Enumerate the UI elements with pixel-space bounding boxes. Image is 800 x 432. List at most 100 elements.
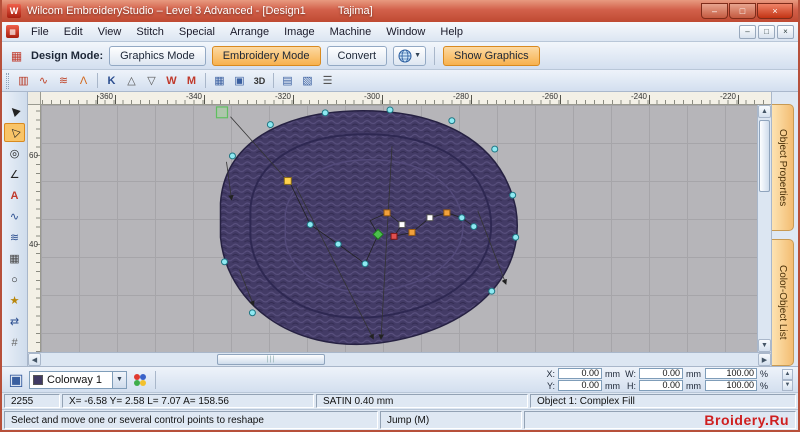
- motif-up-icon[interactable]: △: [122, 72, 141, 89]
- run-tool[interactable]: ∿: [4, 207, 25, 226]
- scale-y-input[interactable]: 100.00: [705, 380, 757, 391]
- select-tool[interactable]: ▶: [4, 102, 25, 121]
- vertical-scroll-thumb[interactable]: [759, 120, 770, 192]
- restore-button[interactable]: □: [729, 3, 756, 19]
- separator: [205, 73, 206, 88]
- mdi-minimize-button[interactable]: –: [739, 24, 756, 39]
- y-label: Y:: [546, 380, 555, 391]
- fill-icon: ▦: [9, 253, 20, 265]
- reshape-tool[interactable]: ▷: [4, 123, 25, 142]
- y-input[interactable]: 0.00: [558, 380, 602, 391]
- stitch-list-icon[interactable]: ☰: [318, 72, 337, 89]
- edit-colorway-icon[interactable]: [131, 371, 149, 389]
- menu-special[interactable]: Special: [172, 24, 222, 40]
- tatami-fill-icon[interactable]: K: [102, 72, 121, 89]
- hint-bar: Select and move one or several control p…: [2, 409, 798, 430]
- meander-fill-icon[interactable]: M: [182, 72, 201, 89]
- app-window: W Wilcom EmbroideryStudio – Level 3 Adva…: [0, 0, 800, 432]
- menu-view[interactable]: View: [91, 24, 129, 40]
- menu-arrange[interactable]: Arrange: [223, 24, 276, 40]
- toolbar-grip[interactable]: [6, 72, 9, 89]
- menu-edit[interactable]: Edit: [57, 24, 90, 40]
- star-tool[interactable]: ★: [4, 291, 25, 310]
- zoom-tool[interactable]: ◎: [4, 144, 25, 163]
- display-colorways-icon[interactable]: ▣: [7, 371, 25, 389]
- wave-fill-icon[interactable]: W: [162, 72, 181, 89]
- satin-stitch-icon[interactable]: Λ: [74, 72, 93, 89]
- run-stitch-icon[interactable]: ∿: [34, 72, 53, 89]
- design-canvas[interactable]: [41, 105, 757, 352]
- vertical-scrollbar[interactable]: ▲ ▼: [757, 105, 771, 352]
- mirror-tool[interactable]: ⇄: [4, 312, 25, 331]
- ellipse-icon: ○: [11, 273, 18, 286]
- horizontal-scroll-track[interactable]: |||: [41, 353, 758, 366]
- scroll-left-icon[interactable]: ◀: [28, 353, 41, 366]
- ruler-tick: -340: [185, 92, 202, 101]
- menu-window[interactable]: Window: [379, 24, 432, 40]
- horizontal-scroll-thumb[interactable]: |||: [217, 354, 325, 365]
- run-icon: ∿: [9, 211, 20, 223]
- grid-fill-icon[interactable]: ▦: [210, 72, 229, 89]
- spinner-up-icon[interactable]: ▲: [782, 368, 793, 380]
- chevron-down-icon[interactable]: ▼: [112, 371, 126, 388]
- 3d-effect-icon[interactable]: 3D: [250, 72, 269, 89]
- colorway-select[interactable]: Colorway 1 ▼: [29, 370, 127, 389]
- docked-panel-tabs: Object Properties Color-Object List: [771, 92, 798, 366]
- mdi-restore-button[interactable]: □: [758, 24, 775, 39]
- h-input[interactable]: 0.00: [639, 380, 683, 391]
- fill-tool[interactable]: ▦: [4, 249, 25, 268]
- embroidery-design[interactable]: [41, 105, 757, 352]
- mirror-icon: ⇄: [9, 316, 20, 328]
- measure-tool[interactable]: ∠: [4, 165, 25, 184]
- hatch-fill-icon[interactable]: ▧: [298, 72, 317, 89]
- start-point-marker[interactable]: [215, 106, 229, 119]
- triple-run-icon[interactable]: ≋: [54, 72, 73, 89]
- horizontal-scrollbar[interactable]: ◀ ||| ▶: [28, 352, 771, 366]
- graphics-mode-button[interactable]: Graphics Mode: [109, 45, 206, 66]
- tab-object-properties[interactable]: Object Properties: [772, 104, 794, 231]
- close-button[interactable]: ×: [757, 3, 793, 19]
- spinner-down-icon[interactable]: ▼: [782, 379, 793, 391]
- scroll-right-icon[interactable]: ▶: [758, 353, 771, 366]
- stitch-type-info: SATIN 0.40 mm: [316, 394, 528, 408]
- mdi-close-button[interactable]: ×: [777, 24, 794, 39]
- ruler-tick: -240: [630, 92, 647, 101]
- ruler-tick: -300: [363, 92, 380, 101]
- ruler-tick: -360: [96, 92, 113, 101]
- pattern-run-icon[interactable]: ▥: [14, 72, 33, 89]
- colorway-bar: ▣ Colorway 1 ▼ X: 0.00 mm W: 0.00 mm 100…: [2, 366, 798, 392]
- scroll-down-icon[interactable]: ▼: [758, 339, 771, 352]
- minimize-button[interactable]: –: [701, 3, 728, 19]
- satin-icon: ≋: [9, 232, 20, 244]
- menu-machine[interactable]: Machine: [323, 24, 379, 40]
- texture-fill-icon[interactable]: ▤: [278, 72, 297, 89]
- separator: [155, 370, 156, 389]
- menu-help[interactable]: Help: [433, 24, 470, 40]
- lettering-icon: A: [10, 189, 19, 202]
- motif-down-icon[interactable]: ▽: [142, 72, 161, 89]
- tab-color-object-list[interactable]: Color-Object List: [772, 239, 794, 366]
- scroll-up-icon[interactable]: ▲: [758, 105, 771, 118]
- menu-file[interactable]: File: [24, 24, 56, 40]
- hoop-globe-button[interactable]: ▼: [393, 45, 427, 66]
- convert-button[interactable]: Convert: [326, 45, 388, 66]
- h-label: H:: [627, 380, 636, 391]
- lettering-tool[interactable]: A: [4, 186, 25, 205]
- scale-x-input[interactable]: 100.00: [705, 368, 757, 379]
- pattern-fill-icon[interactable]: ▣: [230, 72, 249, 89]
- ruler-tick: 40: [29, 240, 38, 249]
- grid-tool[interactable]: #: [4, 333, 25, 352]
- w-label: W:: [625, 368, 636, 379]
- menu-stitch[interactable]: Stitch: [129, 24, 171, 40]
- satin-tool[interactable]: ≋: [4, 228, 25, 247]
- w-unit: mm: [686, 368, 701, 379]
- ruler-tick: 60: [29, 151, 38, 160]
- embroidery-mode-button[interactable]: Embroidery Mode: [211, 45, 321, 66]
- menu-image[interactable]: Image: [277, 24, 322, 40]
- show-graphics-button[interactable]: Show Graphics: [443, 45, 540, 66]
- mode-toolbar: ▦ Design Mode: Graphics Mode Embroidery …: [2, 42, 798, 70]
- ellipse-tool[interactable]: ○: [4, 270, 25, 289]
- x-input[interactable]: 0.00: [558, 368, 602, 379]
- ruler-corner: [28, 92, 41, 105]
- w-input[interactable]: 0.00: [639, 368, 683, 379]
